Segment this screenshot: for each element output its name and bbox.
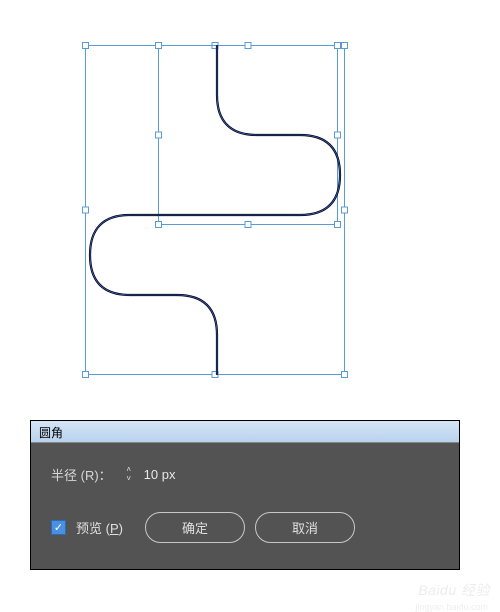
check-icon: ✓	[54, 521, 63, 534]
watermark-text: Baidu 经验	[418, 580, 490, 600]
round-corners-dialog: 圆角 半径 (R)： ˄ ˅ 10 px ✓ 预览 (P) 确定 取消	[30, 420, 460, 570]
ok-button[interactable]: 确定	[145, 512, 245, 543]
handle-top-right[interactable]	[341, 42, 348, 49]
inner-handle-tm[interactable]	[245, 42, 252, 49]
cancel-button[interactable]: 取消	[255, 512, 355, 543]
inner-selection-box	[158, 45, 338, 225]
dialog-title: 圆角	[39, 426, 63, 440]
handle-bottom-left[interactable]	[82, 371, 89, 378]
preview-checkbox[interactable]: ✓	[51, 520, 66, 535]
handle-middle-right[interactable]	[341, 207, 348, 214]
inner-handle-br[interactable]	[334, 221, 341, 228]
handle-bottom-middle[interactable]	[212, 371, 219, 378]
dialog-body: 半径 (R)： ˄ ˅ 10 px ✓ 预览 (P) 确定 取消	[31, 443, 459, 569]
handle-bottom-right[interactable]	[341, 371, 348, 378]
inner-handle-ml[interactable]	[155, 132, 162, 139]
dialog-titlebar[interactable]: 圆角	[31, 421, 459, 443]
canvas-area[interactable]	[85, 45, 345, 375]
handle-middle-left[interactable]	[82, 207, 89, 214]
preview-label[interactable]: 预览 (P)	[76, 518, 123, 537]
inner-handle-bl[interactable]	[155, 221, 162, 228]
spinner-down-icon[interactable]: ˅	[122, 475, 136, 484]
radius-label: 半径 (R)：	[51, 465, 112, 484]
inner-handle-tl[interactable]	[155, 42, 162, 49]
radius-row: 半径 (R)： ˄ ˅ 10 px	[51, 465, 439, 484]
watermark-subtext: jingyan.baidu.com	[415, 602, 488, 612]
radius-input[interactable]: 10 px	[144, 467, 176, 482]
inner-handle-tr[interactable]	[334, 42, 341, 49]
inner-handle-bm[interactable]	[245, 221, 252, 228]
dialog-bottom-row: ✓ 预览 (P) 确定 取消	[51, 512, 439, 543]
radius-spinner[interactable]: ˄ ˅	[122, 466, 136, 484]
handle-top-left[interactable]	[82, 42, 89, 49]
inner-handle-mr[interactable]	[334, 132, 341, 139]
